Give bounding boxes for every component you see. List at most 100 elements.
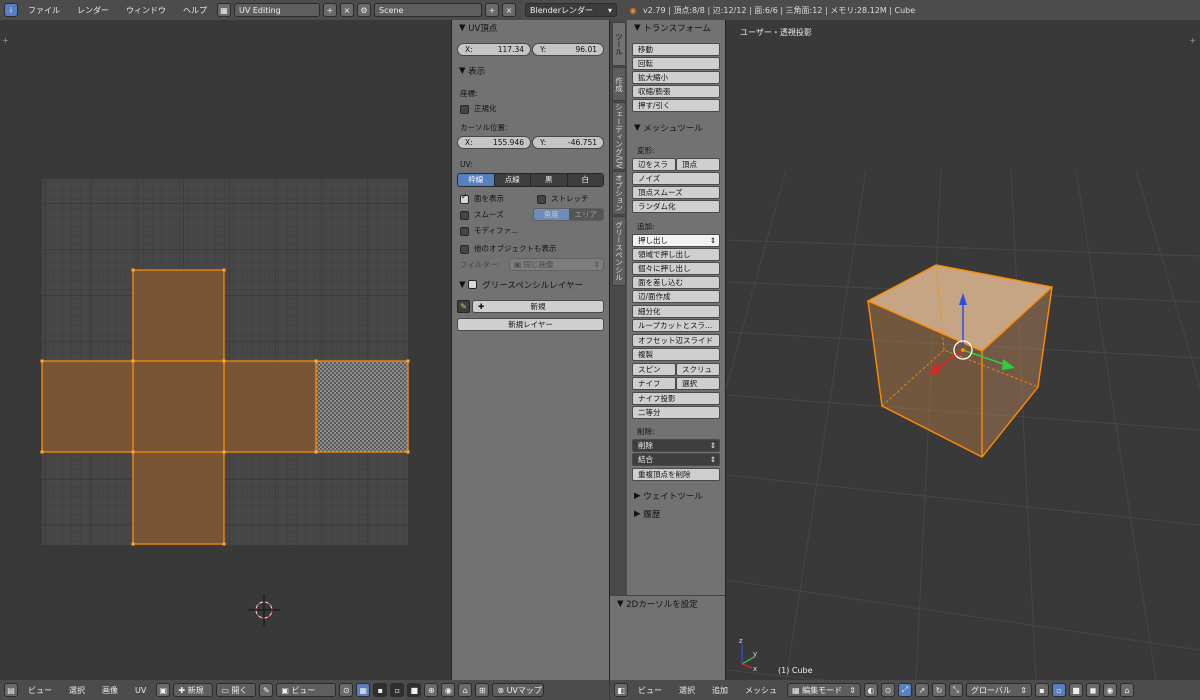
menu-help[interactable]: ヘルプ [176, 5, 214, 16]
draw-faces-checkbox[interactable]: 面を表示 [452, 192, 504, 205]
uv-mode-outline[interactable]: 枠線 [458, 174, 494, 186]
uv-vertex-x-field[interactable]: X: 117.34 [457, 43, 531, 56]
face-select-icon[interactable]: ■ [407, 683, 422, 697]
image-browse-icon[interactable]: ▣ [156, 683, 171, 697]
merge-dropdown[interactable]: 結合 ⇕ [632, 453, 720, 466]
viewport-corner-plus-icon[interactable]: + [1189, 36, 1196, 45]
uv-menu-image[interactable]: 画像 [95, 685, 125, 696]
uv-editor[interactable]: + [0, 20, 451, 680]
noise-button[interactable]: ノイズ [632, 172, 720, 185]
shading-icon[interactable]: ◐ [864, 683, 878, 697]
new-image-button[interactable]: ✚ 新規 [173, 683, 214, 697]
sticky-mode-icon[interactable]: ⊕ [424, 683, 439, 697]
uv-menu-uv[interactable]: UV [128, 686, 153, 695]
orientation-dropdown[interactable]: グローバル ⇕ [966, 683, 1032, 697]
snap-target-icon[interactable]: ⊞ [475, 683, 490, 697]
edge-select-icon[interactable]: ▫ [390, 683, 405, 697]
slide-vertex-button[interactable]: 頂点 [676, 158, 720, 171]
pivot-icon[interactable]: ⊙ [339, 683, 354, 697]
uv-editor-corner-plus-icon[interactable]: + [2, 36, 9, 45]
extrude-region-button[interactable]: 領域で押し出し [632, 248, 720, 261]
uv-mode-dash[interactable]: 点線 [493, 174, 530, 186]
stretch-area-button[interactable]: エリア [568, 209, 603, 220]
stretch-angle-button[interactable]: 角度 [534, 209, 569, 220]
proportional-edit-icon[interactable]: ◉ [1103, 683, 1117, 697]
offset-edge-slide-button[interactable]: オフセット辺スライド [632, 334, 720, 347]
tab-create[interactable]: 作成 [612, 67, 626, 101]
scale-button[interactable]: 拡大縮小 [632, 71, 720, 84]
smooth-vertex-button[interactable]: 頂点スムーズ [632, 186, 720, 199]
uv-mode-black[interactable]: 黒 [530, 174, 567, 186]
screen-add-icon[interactable]: + [323, 3, 337, 17]
menu-file[interactable]: ファイル [21, 5, 67, 16]
3d-viewport[interactable]: y z x ユーザー・透視投影 (1) Cube + [726, 20, 1200, 680]
menu-window[interactable]: ウィンドウ [119, 5, 173, 16]
push-pull-button[interactable]: 押す/引く [632, 99, 720, 112]
tab-grease-pencil[interactable]: グリースペンシル [612, 216, 626, 286]
editor-type-icon[interactable]: ▤ [4, 683, 18, 697]
scene-add-icon[interactable]: + [485, 3, 499, 17]
3d-menu-select[interactable]: 選択 [672, 685, 702, 696]
translate-manipulator-icon[interactable]: ↗ [915, 683, 929, 697]
grease-pencil-header[interactable]: ▼ グリースペンシルレイヤー [452, 277, 609, 292]
scene-icon[interactable]: ⚙ [357, 3, 371, 17]
edge-select-mode-icon[interactable]: ▫ [1052, 683, 1066, 697]
vertex-select-mode-icon[interactable]: ▪ [1035, 683, 1049, 697]
snap-icon[interactable]: ⌂ [1120, 683, 1134, 697]
history-header[interactable]: ▶ 履歴 [627, 506, 725, 521]
cursor-x-field[interactable]: X: 155.946 [457, 136, 531, 149]
uv-2d-cursor[interactable] [248, 594, 280, 626]
pivot-point-icon[interactable]: ⊙ [881, 683, 895, 697]
spin-button[interactable]: スピン [632, 363, 676, 376]
remove-doubles-button[interactable]: 重複頂点を削除 [632, 468, 720, 481]
extrude-individual-button[interactable]: 個々に押し出し [632, 262, 720, 275]
rotate-button[interactable]: 回転 [632, 57, 720, 70]
new-layer-button[interactable]: 新規レイヤー [457, 318, 604, 331]
knife-button[interactable]: ナイフ [632, 377, 676, 390]
make-edge-face-button[interactable]: 辺/面作成 [632, 290, 720, 303]
screw-button[interactable]: スクリュ [676, 363, 720, 376]
modifier-checkbox[interactable]: モディファ... [452, 224, 518, 237]
weight-tools-header[interactable]: ▶ ウェイトツール [627, 488, 725, 503]
knife-select-button[interactable]: 選択 [676, 377, 720, 390]
smooth-checkbox[interactable]: スムーズ [452, 208, 504, 221]
bisect-button[interactable]: 二等分 [632, 406, 720, 419]
sync-selection-icon[interactable]: ▦ [356, 683, 371, 697]
3d-menu-add[interactable]: 追加 [705, 685, 735, 696]
screen-layout-field[interactable]: UV Editing [234, 3, 320, 17]
face-select-mode-icon[interactable]: ■ [1069, 683, 1083, 697]
transform-header[interactable]: ▼ トランスフォーム [627, 20, 725, 35]
cursor-y-field[interactable]: Y: -46.751 [532, 136, 604, 149]
render-engine-dropdown[interactable]: Blenderレンダー ▾ [525, 3, 617, 17]
delete-dropdown[interactable]: 削除 ⇕ [632, 439, 720, 452]
knife-project-button[interactable]: ナイフ投影 [632, 392, 720, 405]
filter-dropdown[interactable]: ▣ 同じ画像 ⇕ [509, 258, 604, 271]
normalized-checkbox[interactable]: 正規化 [452, 102, 497, 115]
tab-options[interactable]: オプション [612, 171, 626, 215]
randomize-button[interactable]: ランダム化 [632, 200, 720, 213]
snap-icon[interactable]: ⌂ [458, 683, 473, 697]
translate-button[interactable]: 移動 [632, 43, 720, 56]
scale-manipulator-icon[interactable]: ⤡ [949, 683, 963, 697]
scene-field[interactable]: Scene [374, 3, 482, 17]
grease-pencil-new-button[interactable]: ✚ 新規 [472, 300, 604, 313]
uv-menu-select[interactable]: 選択 [62, 685, 92, 696]
slide-edge-button[interactable]: 辺をスラ [632, 158, 676, 171]
rotate-manipulator-icon[interactable]: ↻ [932, 683, 946, 697]
display-header[interactable]: ▼ 表示 [452, 63, 609, 78]
mesh-tools-header[interactable]: ▼ メッシュツール [627, 120, 725, 135]
uv-canvas[interactable] [0, 20, 451, 680]
inset-faces-button[interactable]: 面を差し込む [632, 276, 720, 289]
uv-mode-white[interactable]: 白 [566, 174, 603, 186]
grease-pencil-icon[interactable]: ✎ [457, 300, 470, 313]
manipulator-icon[interactable]: ⤢ [898, 683, 912, 697]
tab-shading-uv[interactable]: シェーディング/UV [612, 102, 626, 170]
uv-menu-view[interactable]: ビュー [21, 685, 59, 696]
3d-menu-view[interactable]: ビュー [631, 685, 669, 696]
viewport-canvas[interactable]: y z x [726, 20, 1200, 680]
tab-tools[interactable]: ツール [612, 22, 626, 66]
proportional-edit-icon[interactable]: ◉ [441, 683, 456, 697]
screen-layout-icon[interactable]: ▦ [217, 3, 231, 17]
stretch-checkbox[interactable]: ストレッチ [529, 192, 589, 205]
loop-cut-button[interactable]: ループカットとスラ... [632, 319, 720, 332]
